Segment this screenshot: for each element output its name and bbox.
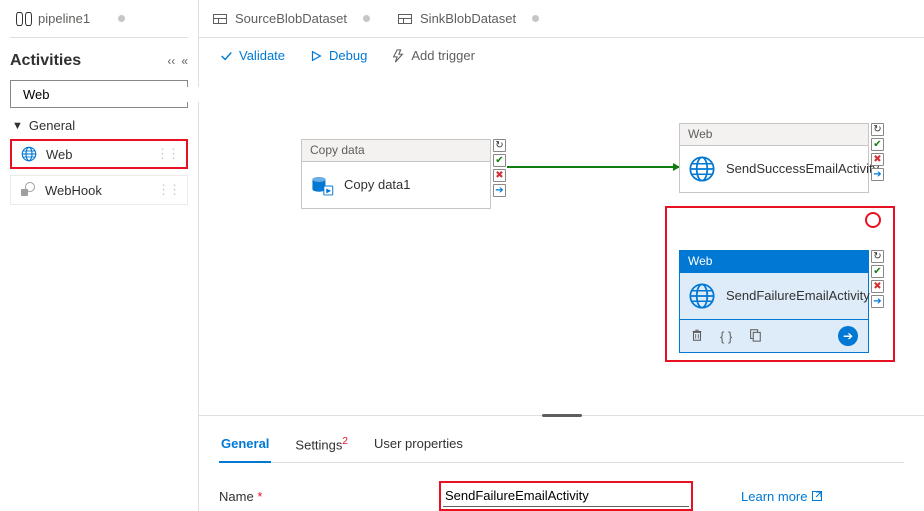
dirty-dot-icon xyxy=(532,15,539,22)
external-link-icon xyxy=(811,490,823,502)
trigger-button[interactable]: Add trigger xyxy=(391,48,475,63)
copy-data-icon xyxy=(310,173,334,197)
dataset-icon xyxy=(398,14,412,24)
tab-source-dataset[interactable]: SourceBlobDataset xyxy=(199,0,384,37)
output-port[interactable]: ↻ xyxy=(493,139,506,152)
node-type-label: Copy data xyxy=(301,139,491,161)
tab-settings[interactable]: Settings2 xyxy=(293,430,350,462)
validate-button[interactable]: Validate xyxy=(219,48,285,63)
delete-icon[interactable] xyxy=(690,328,704,345)
group-label: General xyxy=(29,118,75,133)
tab-ds2-label: SinkBlobDataset xyxy=(420,11,516,26)
failure-port[interactable]: ✖ xyxy=(871,280,884,293)
node-success-email[interactable]: Web SendSuccessEmailActivity ↻ ✔ ✖ ➔ xyxy=(679,123,869,193)
pin-icon[interactable]: « xyxy=(181,54,188,68)
completion-port[interactable]: ➔ xyxy=(493,184,506,197)
node-name: Copy data1 xyxy=(344,177,411,193)
globe-icon xyxy=(688,282,716,310)
learn-more-link[interactable]: Learn more xyxy=(741,489,823,504)
canvas[interactable]: Copy data Copy data1 ↻ ✔ ✖ ➔ Web xyxy=(199,77,924,415)
dirty-dot-icon xyxy=(118,15,125,22)
tab-pipeline[interactable]: pipeline1 xyxy=(10,7,131,30)
node-copy-data[interactable]: Copy data Copy data1 ↻ ✔ ✖ ➔ xyxy=(301,139,491,209)
node-failure-email[interactable]: Web SendFailureEmailActivity { } xyxy=(679,250,869,353)
globe-icon xyxy=(688,155,716,183)
success-port[interactable]: ✔ xyxy=(871,265,884,278)
settings-badge: 2 xyxy=(342,436,348,447)
tab-user-properties[interactable]: User properties xyxy=(372,430,465,462)
drag-handle-icon: ⋮⋮ xyxy=(156,146,178,162)
highlight-circle-icon xyxy=(865,212,881,228)
activities-title: Activities xyxy=(10,52,81,70)
tab-general[interactable]: General xyxy=(219,430,271,462)
go-arrow-icon[interactable]: ➔ xyxy=(838,326,858,346)
success-port[interactable]: ✔ xyxy=(493,154,506,167)
search-input[interactable] xyxy=(23,87,199,102)
search-input-wrapper[interactable] xyxy=(10,80,188,108)
globe-icon xyxy=(20,145,38,163)
name-input[interactable] xyxy=(443,485,689,507)
activity-webhook-label: WebHook xyxy=(45,183,102,198)
activity-web-label: Web xyxy=(46,147,73,162)
node-type-label: Web xyxy=(679,250,869,272)
success-port[interactable]: ✔ xyxy=(871,138,884,151)
output-port[interactable]: ↻ xyxy=(871,123,884,136)
tab-sink-dataset[interactable]: SinkBlobDataset xyxy=(384,0,553,37)
activity-web[interactable]: Web ⋮⋮ xyxy=(10,139,188,169)
name-label: Name * xyxy=(219,489,409,504)
copy-icon[interactable] xyxy=(748,328,762,345)
pipeline-icon xyxy=(16,12,32,26)
chevron-down-icon: ▼ xyxy=(12,120,23,132)
node-name: SendSuccessEmailActivity xyxy=(726,161,879,177)
node-type-label: Web xyxy=(679,123,869,145)
name-input-highlight xyxy=(439,481,693,511)
output-port[interactable]: ↻ xyxy=(871,250,884,263)
failure-port[interactable]: ✖ xyxy=(493,169,506,182)
success-connector xyxy=(507,166,679,168)
code-icon[interactable]: { } xyxy=(720,329,732,344)
drag-handle-icon: ⋮⋮ xyxy=(157,182,179,198)
activity-webhook[interactable]: WebHook ⋮⋮ xyxy=(10,175,188,205)
dirty-dot-icon xyxy=(363,15,370,22)
debug-label: Debug xyxy=(329,48,367,63)
tab-pipeline-label: pipeline1 xyxy=(38,11,90,26)
splitter[interactable] xyxy=(199,415,924,416)
failure-port[interactable]: ✖ xyxy=(871,153,884,166)
completion-port[interactable]: ➔ xyxy=(871,168,884,181)
trigger-label: Add trigger xyxy=(411,48,475,63)
node-name: SendFailureEmailActivity xyxy=(726,288,870,304)
tab-ds1-label: SourceBlobDataset xyxy=(235,11,347,26)
completion-port[interactable]: ➔ xyxy=(871,295,884,308)
collapse-icon[interactable]: ‹‹ xyxy=(167,54,175,68)
group-general[interactable]: ▼ General xyxy=(12,118,188,133)
selection-highlight: Web SendFailureEmailActivity { } xyxy=(665,206,895,362)
validate-label: Validate xyxy=(239,48,285,63)
webhook-icon xyxy=(19,181,37,199)
debug-button[interactable]: Debug xyxy=(309,48,367,63)
dataset-icon xyxy=(213,14,227,24)
